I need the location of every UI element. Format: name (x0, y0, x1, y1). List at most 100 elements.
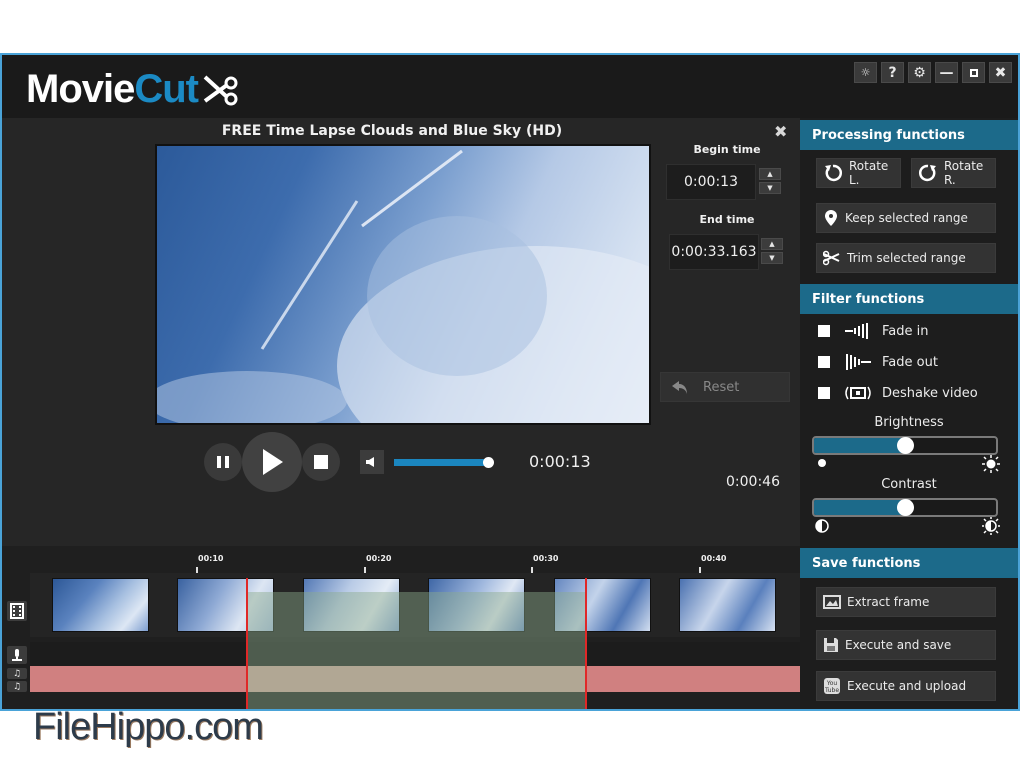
execute-and-upload-label: Execute and upload (847, 679, 967, 693)
music-track-1-button[interactable]: ♫ (7, 668, 27, 679)
deshake-video-checkbox[interactable] (818, 387, 830, 399)
contrast-slider[interactable] (812, 498, 998, 517)
execute-and-save-button[interactable]: Execute and save (816, 630, 996, 660)
deshake-video-option[interactable]: Deshake video (818, 383, 978, 403)
begin-time-label: Begin time (693, 143, 761, 156)
volume-button[interactable] (360, 450, 384, 474)
execute-and-upload-button[interactable]: You Tube Execute and upload (816, 671, 996, 701)
minimize-button[interactable]: — (935, 62, 958, 83)
ruler-label: 00:40 (701, 554, 727, 563)
scissors-icon (823, 250, 840, 266)
contrast-label: Contrast (881, 477, 937, 492)
timeline: 00:10 00:20 00:30 00:40 ♫ ♫ (2, 546, 800, 709)
fade-in-icon (844, 322, 872, 340)
music-note-icon: ♫ (12, 668, 22, 679)
fade-out-icon (844, 353, 872, 371)
undo-arrow-icon (672, 381, 687, 394)
video-title: FREE Time Lapse Clouds and Blue Sky (HD) (221, 123, 563, 139)
title-bar: MovieCut ☼ ? ⚙ — ✖ (2, 55, 1018, 118)
end-time-up-button[interactable]: ▲ (761, 238, 783, 250)
film-icon (10, 603, 24, 619)
extract-frame-label: Extract frame (847, 595, 930, 609)
fade-out-checkbox[interactable] (818, 356, 830, 368)
voice-track-button[interactable] (7, 646, 27, 664)
music-track-2-button[interactable]: ♫ (7, 681, 27, 692)
video-preview[interactable] (155, 144, 651, 425)
end-time-label: End time (699, 213, 755, 226)
settings-button[interactable]: ⚙ (908, 62, 931, 83)
contrast-high-icon (982, 517, 1000, 535)
video-track-button[interactable] (7, 601, 27, 621)
arrow-up-icon: ▲ (769, 240, 775, 248)
video-thumbnail (52, 578, 149, 632)
brightness-slider[interactable] (812, 436, 998, 455)
microphone-icon (12, 649, 22, 661)
fade-in-label: Fade in (882, 323, 929, 339)
contrast-slider-fill (814, 500, 905, 515)
brightness-high-icon (982, 455, 1000, 473)
pause-button[interactable] (204, 443, 242, 481)
range-end-marker[interactable] (585, 578, 587, 709)
arrow-down-icon: ▼ (769, 254, 775, 262)
gear-icon: ⚙ (913, 64, 926, 81)
location-pin-icon (825, 210, 837, 226)
rotate-right-label: Rotate R. (944, 159, 984, 187)
execute-and-save-label: Execute and save (845, 638, 952, 652)
pause-icon (217, 456, 229, 468)
keep-selected-range-button[interactable]: Keep selected range (816, 203, 996, 233)
fade-in-option[interactable]: Fade in (818, 321, 928, 341)
brightness-slider-fill (814, 438, 905, 453)
tips-button[interactable]: ☼ (854, 62, 877, 83)
image-icon (823, 595, 841, 609)
extract-frame-button[interactable]: Extract frame (816, 587, 996, 617)
close-icon: ✖ (994, 64, 1007, 81)
stop-icon (314, 455, 328, 469)
range-start-marker[interactable] (246, 578, 248, 709)
begin-time-up-button[interactable]: ▲ (759, 168, 781, 180)
svg-text:You: You (826, 680, 838, 687)
trim-selected-range-button[interactable]: Trim selected range (816, 243, 996, 273)
rotate-left-button[interactable]: Rotate L. (816, 158, 901, 188)
volume-slider-handle[interactable] (483, 457, 494, 468)
reset-label: Reset (703, 379, 740, 395)
lightbulb-icon: ☼ (860, 66, 871, 79)
play-icon (263, 449, 283, 475)
functions-panel: Processing functions Rotate L. Rotate R.… (800, 118, 1018, 709)
stop-button[interactable] (302, 443, 340, 481)
brightness-slider-handle[interactable] (897, 437, 914, 454)
ruler-label: 00:30 (533, 554, 559, 563)
begin-time-field[interactable]: 0:00:13 (666, 164, 756, 200)
rotate-right-button[interactable]: Rotate R. (911, 158, 996, 188)
rotate-right-icon (919, 164, 936, 182)
begin-time-down-button[interactable]: ▼ (759, 182, 781, 194)
keep-selected-range-label: Keep selected range (845, 211, 968, 225)
end-time-down-button[interactable]: ▼ (761, 252, 783, 264)
brightness-label: Brightness (874, 415, 944, 430)
fade-out-option[interactable]: Fade out (818, 352, 938, 372)
speaker-icon (366, 457, 374, 467)
rotate-left-icon (825, 164, 842, 182)
volume-slider[interactable] (394, 459, 490, 466)
logo-text-main: Movie (26, 67, 135, 111)
ruler-label: 00:20 (366, 554, 392, 563)
ruler-label: 00:10 (198, 554, 224, 563)
maximize-button[interactable] (962, 62, 985, 83)
reset-button[interactable]: Reset (660, 372, 790, 402)
video-frame (157, 149, 649, 423)
help-button[interactable]: ? (881, 62, 904, 83)
total-duration: 0:00:46 (726, 474, 780, 490)
selected-range[interactable] (247, 592, 586, 709)
app-window: MovieCut ☼ ? ⚙ — ✖ FREE Time Lapse Cloud… (0, 53, 1020, 711)
close-icon: ✖ (774, 122, 788, 141)
youtube-icon: YouTube (824, 678, 840, 694)
end-time-field[interactable]: 0:00:33.163 (669, 234, 759, 270)
floppy-disk-icon (824, 638, 838, 652)
play-button[interactable] (242, 432, 302, 492)
close-video-button[interactable]: ✖ (774, 122, 787, 141)
app-logo: MovieCut (26, 67, 238, 112)
contrast-slider-handle[interactable] (897, 499, 914, 516)
processing-functions-header: Processing functions (800, 120, 1018, 150)
close-button[interactable]: ✖ (989, 62, 1012, 83)
arrow-down-icon: ▼ (767, 184, 773, 192)
fade-in-checkbox[interactable] (818, 325, 830, 337)
